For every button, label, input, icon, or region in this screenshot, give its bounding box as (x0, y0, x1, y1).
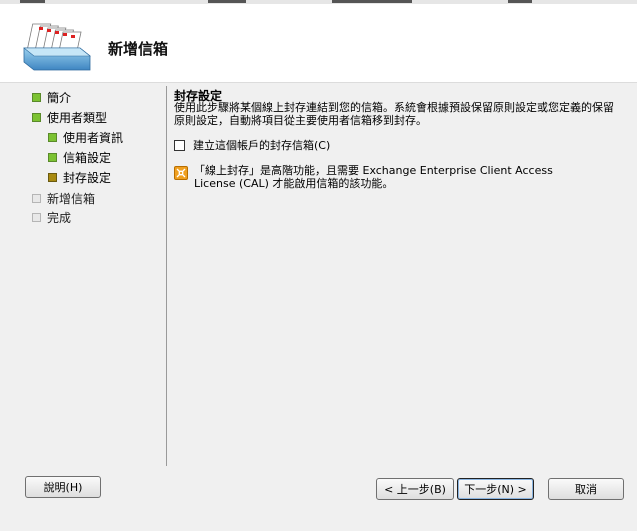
mailbox-icon (23, 23, 91, 71)
header-divider (0, 82, 637, 83)
info-notice: 「線上封存」是高階功能，且需要 Exchange Enterprise Clie… (174, 164, 594, 190)
step-complete-icon (48, 153, 57, 162)
nav-item-label: 簡介 (47, 91, 72, 105)
nav-item-label: 完成 (47, 211, 72, 225)
nav-item-mailbox-settings[interactable]: 信箱設定 (48, 149, 111, 166)
warning-icon (174, 166, 188, 180)
info-notice-text: 「線上封存」是高階功能，且需要 Exchange Enterprise Clie… (194, 164, 553, 190)
nav-item-label: 封存設定 (63, 171, 112, 185)
step-complete-icon (48, 133, 57, 142)
next-button[interactable]: 下一步(N) > (457, 478, 534, 500)
archive-checkbox-row[interactable]: 建立這個帳戶的封存信箱(C) (174, 137, 330, 153)
nav-item-label: 信箱設定 (63, 151, 112, 165)
archive-checkbox[interactable] (174, 139, 185, 151)
nav-item-complete[interactable]: 完成 (32, 209, 71, 226)
archive-checkbox-label[interactable]: 建立這個帳戶的封存信箱(C) (193, 137, 330, 153)
nav-item-intro[interactable]: 簡介 (32, 89, 71, 106)
step-pending-icon (32, 213, 41, 222)
wizard-header: 新增信箱 (0, 4, 637, 82)
step-current-icon (48, 173, 57, 182)
step-complete-icon (32, 93, 41, 102)
panel-divider (166, 86, 167, 466)
nav-item-new-mailbox[interactable]: 新增信箱 (32, 190, 95, 207)
cancel-button[interactable]: 取消 (548, 478, 624, 500)
nav-item-label: 使用者資訊 (63, 131, 124, 145)
step-pending-icon (32, 194, 41, 203)
nav-item-archive-settings[interactable]: 封存設定 (48, 169, 111, 186)
nav-item-user-type[interactable]: 使用者類型 (32, 109, 107, 126)
help-button[interactable]: 說明(H) (25, 476, 101, 498)
nav-item-label: 新增信箱 (47, 192, 96, 206)
nav-item-label: 使用者類型 (47, 111, 108, 125)
step-complete-icon (32, 113, 41, 122)
back-button[interactable]: < 上一步(B) (376, 478, 454, 500)
nav-item-user-info[interactable]: 使用者資訊 (48, 129, 123, 146)
wizard-title: 新增信箱 (108, 40, 169, 58)
section-description: 使用此步驟將某個線上封存連結到您的信箱。系統會根據預設保留原則設定或您定義的保留… (174, 101, 614, 127)
wizard-window: 新增信箱 簡介 使用者類型 使用者資訊 信箱設定 封存設定 新增信箱 完成 封存… (0, 0, 637, 531)
